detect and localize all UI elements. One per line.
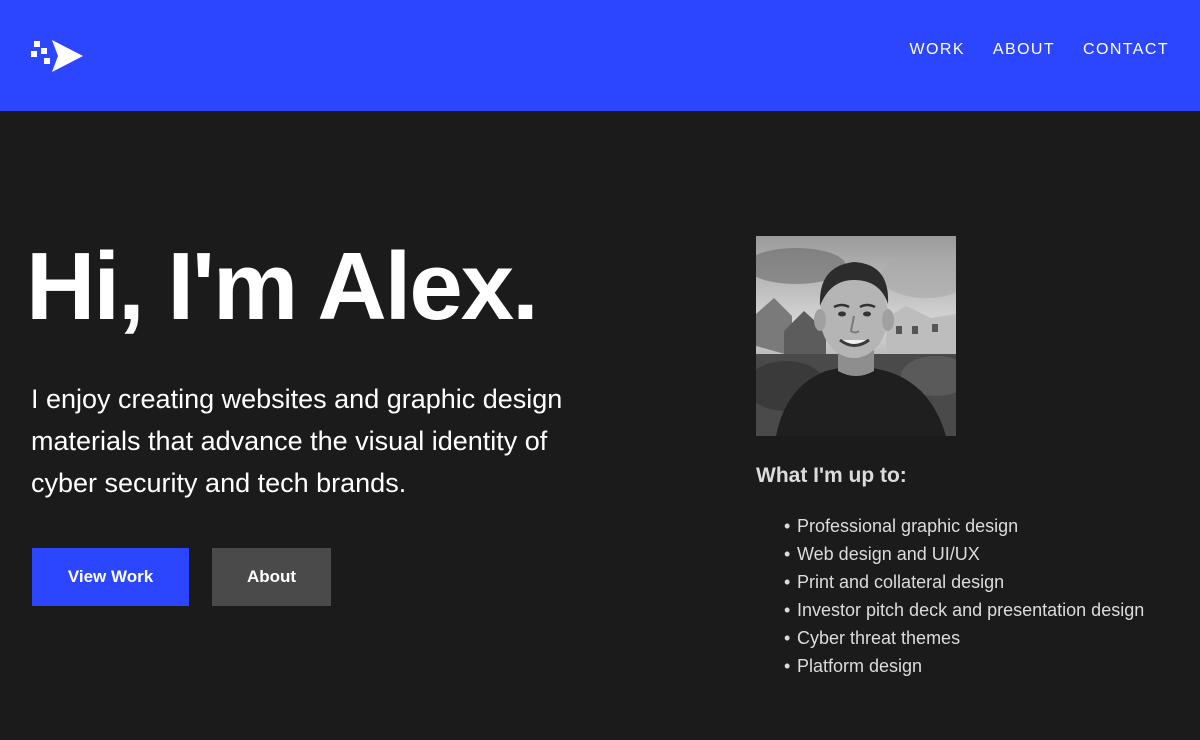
- profile-photo: [756, 236, 956, 436]
- bullet-icon: •: [784, 544, 791, 564]
- nav-contact-link[interactable]: CONTACT: [1083, 40, 1169, 60]
- list-item: • Platform design: [784, 652, 1144, 680]
- view-work-button[interactable]: View Work: [32, 548, 189, 606]
- list-item-label: Platform design: [797, 656, 923, 676]
- bullet-icon: •: [784, 656, 791, 676]
- bullet-icon: •: [784, 628, 791, 648]
- bullet-icon: •: [784, 600, 791, 620]
- about-button[interactable]: About: [212, 548, 331, 606]
- hero-subtitle: I enjoy creating websites and graphic de…: [31, 384, 563, 498]
- list-item-label: Web design and UI/UX: [797, 544, 980, 564]
- list-item-label: Professional graphic design: [797, 516, 1019, 536]
- list-item: • Print and collateral design: [784, 568, 1144, 596]
- site-header: WORK ABOUT CONTACT: [0, 0, 1200, 111]
- list-item-label: Print and collateral design: [797, 572, 1005, 592]
- nav-work-link[interactable]: WORK: [910, 40, 965, 60]
- up-to-list: • Professional graphic design • Web design…: [784, 512, 1144, 680]
- up-to-heading: What I'm up to:: [756, 464, 907, 487]
- nav-about-link[interactable]: ABOUT: [993, 40, 1055, 60]
- list-item-label: Investor pitch deck and presentation des…: [797, 600, 1145, 620]
- list-item: • Web design and UI/UX: [784, 540, 1144, 568]
- list-item-label: Cyber threat themes: [797, 628, 961, 648]
- bullet-icon: •: [784, 516, 791, 536]
- list-item: • Professional graphic design: [784, 512, 1144, 540]
- hero-title: Hi, I'm Alex.: [26, 233, 539, 340]
- list-item: • Investor pitch deck and presentation de…: [784, 596, 1144, 624]
- main-nav: WORK ABOUT CONTACT: [910, 40, 1169, 60]
- bullet-icon: •: [784, 572, 791, 592]
- portrait-image: [756, 236, 956, 436]
- list-item: • Cyber threat themes: [784, 624, 1144, 652]
- logo-icon[interactable]: [31, 38, 83, 74]
